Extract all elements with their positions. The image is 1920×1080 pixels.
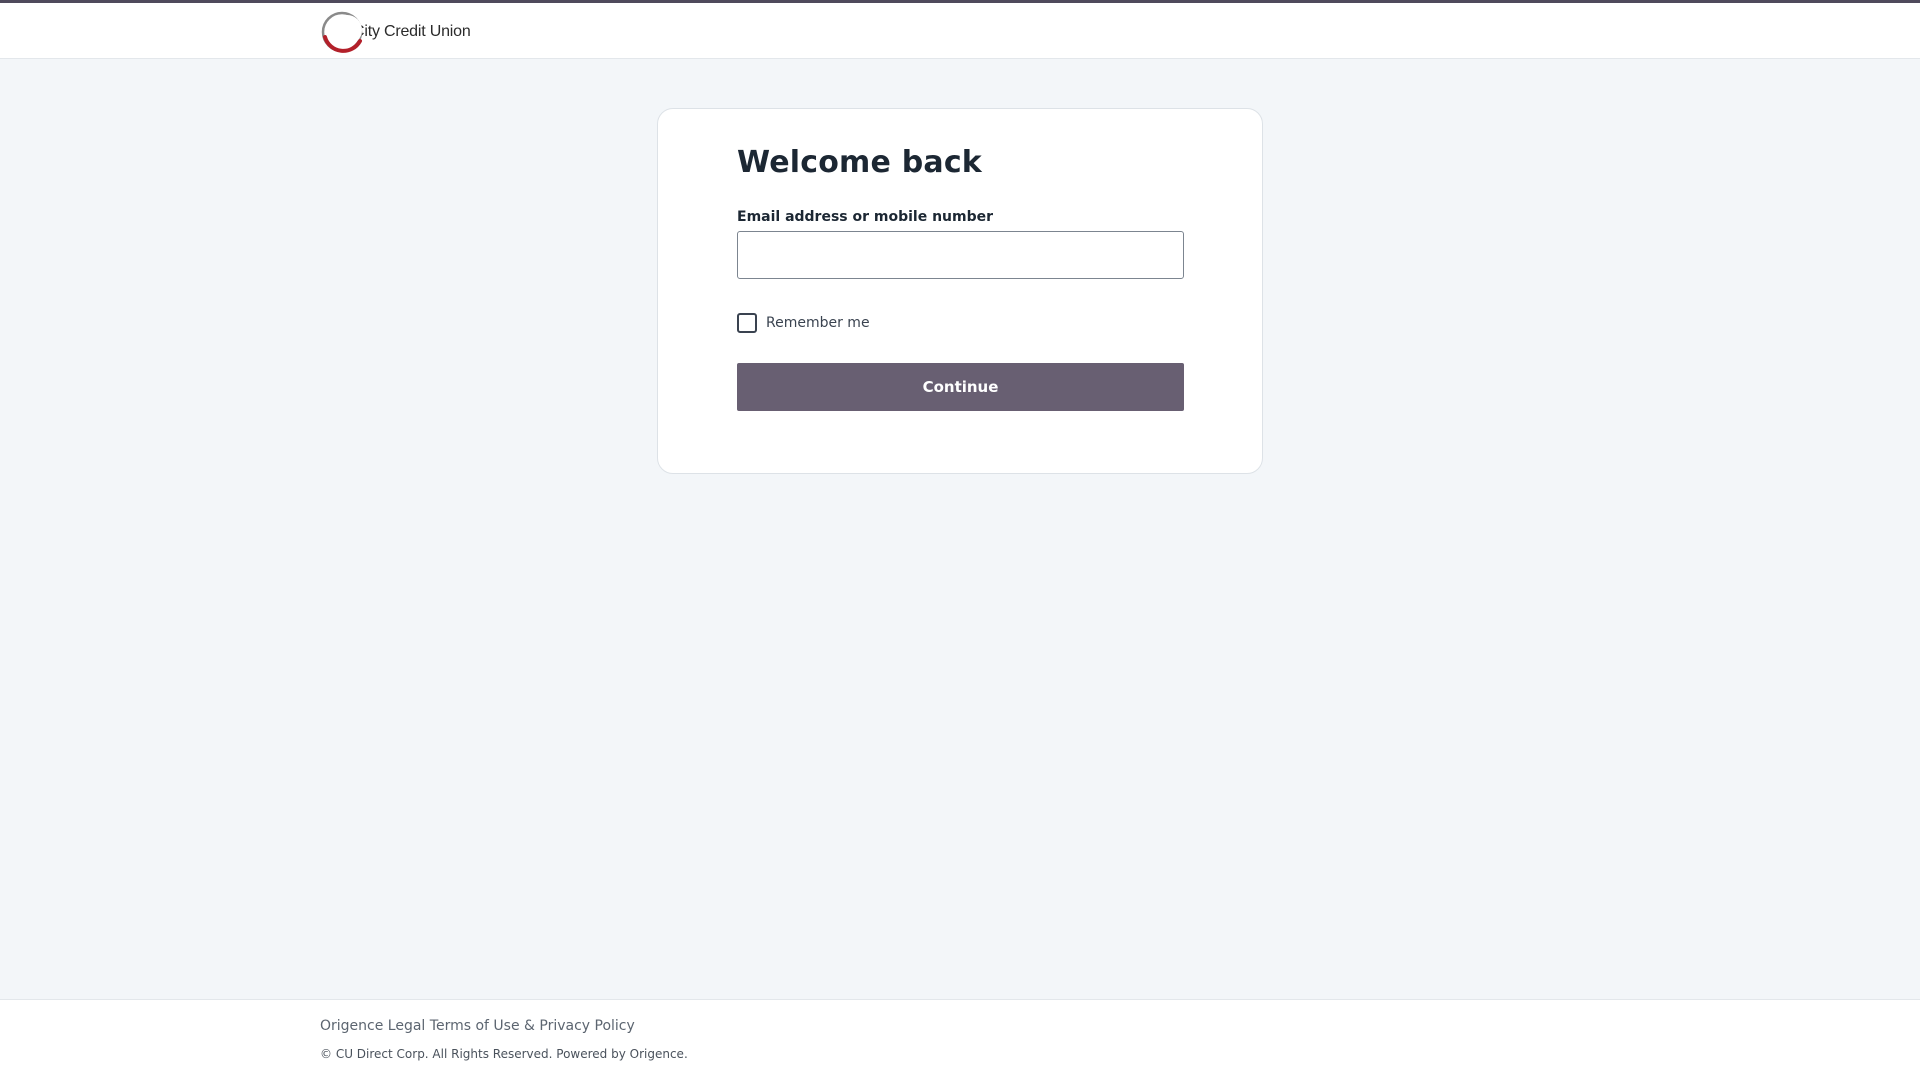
city-credit-union-logo[interactable]: City Credit Union [320,9,471,55]
copyright-text: © CU Direct Corp. All Rights Reserved. P… [320,1047,688,1061]
remember-me-checkbox[interactable] [737,313,757,333]
remember-me-row[interactable]: Remember me [737,313,870,333]
site-header: City Credit Union [0,3,1920,59]
email-field-label: Email address or mobile number [737,209,994,225]
terms-privacy-link[interactable]: Terms of Use & Privacy Policy [430,1018,635,1034]
login-card: Welcome back Email address or mobile num… [657,108,1263,474]
origence-legal-link[interactable]: Origence Legal [320,1018,425,1034]
email-field[interactable] [737,231,1184,279]
remember-me-label[interactable]: Remember me [766,315,870,331]
footer-links: Origence Legal Terms of Use & Privacy Po… [320,1018,635,1034]
page-title: Welcome back [737,145,982,180]
logo-text: City Credit Union [353,23,471,40]
continue-button[interactable]: Continue [737,363,1184,411]
logo-crescent-icon [320,9,364,55]
site-footer: Origence Legal Terms of Use & Privacy Po… [0,999,1920,1080]
